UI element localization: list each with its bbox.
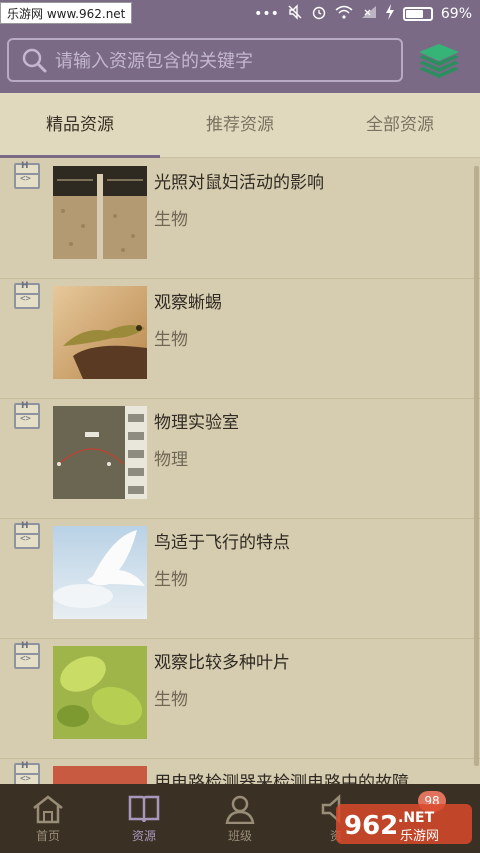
list-item[interactable]: H <> 鸟适于飞行的特点 生物 bbox=[0, 519, 480, 639]
resource-title: 鸟适于飞行的特点 bbox=[154, 533, 290, 553]
status-icons: ••• 69% bbox=[254, 4, 472, 24]
nav-resources[interactable]: 资源 bbox=[96, 784, 192, 853]
app-header: 请输入资源包含的关键字 bbox=[0, 28, 480, 93]
battery-icon bbox=[402, 7, 433, 21]
site-logo-watermark: 962 .NET 乐游网 bbox=[336, 804, 472, 844]
list-item[interactable]: H <> 物理实验室 物理 bbox=[0, 399, 480, 519]
list-item[interactable]: H <> 观察比较多种叶片 生物 bbox=[0, 639, 480, 759]
thumbnail-image bbox=[53, 406, 147, 499]
thumbnail-image bbox=[53, 166, 147, 259]
resource-list: H <> 光照对鼠妇活动的影响 生物 H <> 观察蜥蜴 生物 H <> 物理实… bbox=[0, 159, 480, 784]
logo-suffix: .NET bbox=[398, 810, 435, 826]
mute-icon bbox=[287, 4, 303, 24]
thumbnail-image bbox=[53, 766, 147, 784]
resource-tabs: 精品资源 推荐资源 全部资源 bbox=[0, 93, 480, 158]
tab-recommended[interactable]: 推荐资源 bbox=[160, 93, 320, 157]
nav-home[interactable]: 首页 bbox=[0, 784, 96, 853]
notification-dots: ••• bbox=[254, 6, 279, 22]
resource-title: 用电路检测器来检测电路中的故障 bbox=[154, 773, 409, 784]
layers-icon[interactable] bbox=[416, 40, 462, 82]
html-file-icon: H <> bbox=[14, 641, 40, 669]
resource-title: 物理实验室 bbox=[154, 413, 239, 433]
list-item[interactable]: H <> 观察蜥蜴 生物 bbox=[0, 279, 480, 399]
html-file-icon: H <> bbox=[14, 161, 40, 189]
group-icon bbox=[225, 795, 255, 824]
home-icon bbox=[33, 795, 63, 824]
resource-title: 观察比较多种叶片 bbox=[154, 653, 290, 673]
wifi-icon bbox=[335, 5, 353, 23]
resource-subject: 生物 bbox=[154, 210, 188, 230]
thumbnail-image bbox=[53, 526, 147, 619]
html-file-icon: H <> bbox=[14, 761, 40, 784]
resource-subject: 生物 bbox=[154, 570, 188, 590]
nav-label: 首页 bbox=[35, 829, 60, 843]
book-icon bbox=[128, 795, 160, 823]
battery-level bbox=[405, 10, 423, 18]
status-bar: 乐游网 www.962.net ••• 69% bbox=[0, 0, 480, 28]
tab-all[interactable]: 全部资源 bbox=[320, 93, 480, 157]
search-input[interactable]: 请输入资源包含的关键字 bbox=[7, 38, 403, 82]
resource-title: 观察蜥蜴 bbox=[154, 293, 222, 313]
list-item[interactable]: H <> 用电路检测器来检测电路中的故障 bbox=[0, 759, 480, 784]
thumbnail-image bbox=[53, 286, 147, 379]
nav-label: 班级 bbox=[227, 829, 252, 843]
resource-title: 光照对鼠妇活动的影响 bbox=[154, 173, 324, 193]
watermark: 乐游网 www.962.net bbox=[0, 2, 133, 24]
logo-number: 962 bbox=[344, 811, 398, 841]
list-item[interactable]: H <> 光照对鼠妇活动的影响 生物 bbox=[0, 159, 480, 279]
nav-label: 资源 bbox=[131, 829, 156, 843]
resource-subject: 生物 bbox=[154, 690, 188, 710]
html-file-icon: H <> bbox=[14, 521, 40, 549]
scrollbar[interactable] bbox=[474, 166, 479, 766]
signal-icon bbox=[361, 5, 377, 23]
nav-class[interactable]: 班级 bbox=[192, 784, 288, 853]
tab-featured[interactable]: 精品资源 bbox=[0, 93, 160, 158]
search-placeholder: 请输入资源包含的关键字 bbox=[55, 51, 253, 72]
resource-subject: 生物 bbox=[154, 330, 188, 350]
html-file-icon: H <> bbox=[14, 281, 40, 309]
resource-subject: 物理 bbox=[154, 450, 188, 470]
html-file-icon: H <> bbox=[14, 401, 40, 429]
logo-site-name: 乐游网 bbox=[400, 829, 439, 844]
charging-icon bbox=[385, 4, 395, 24]
battery-percent: 69% bbox=[440, 6, 472, 22]
search-icon bbox=[22, 48, 47, 73]
alarm-icon bbox=[311, 4, 327, 24]
thumbnail-image bbox=[53, 646, 147, 739]
